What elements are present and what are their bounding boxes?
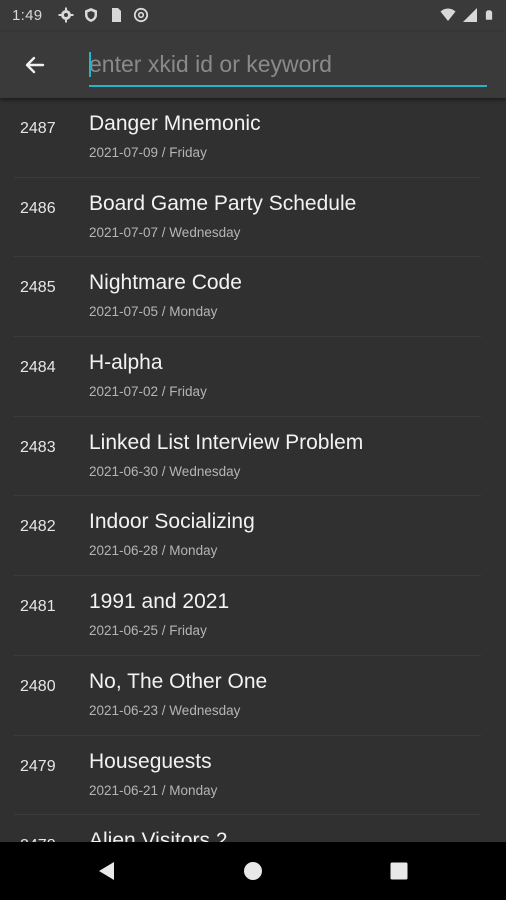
comic-id: 2479 (20, 757, 56, 775)
comic-id: 2487 (20, 120, 56, 137)
comic-date: 2021-07-07 / Wednesday (89, 224, 241, 240)
list-item[interactable]: 2481 1991 and 2021 2021-06-25 / Friday (14, 576, 481, 656)
nav-recents-button[interactable] (384, 856, 414, 886)
comic-id: 2486 (20, 199, 56, 217)
comic-date: 2021-06-21 / Monday (89, 782, 218, 798)
text-cursor (89, 52, 91, 77)
list-item[interactable]: 2487 Danger Mnemonic 2021-07-09 / Friday (14, 98, 481, 178)
back-triangle-icon (99, 862, 114, 880)
recents-square-icon (390, 862, 408, 880)
comic-title: H-alpha (89, 351, 163, 375)
sim-card-icon (112, 8, 121, 22)
comic-title: Danger Mnemonic (89, 112, 261, 135)
list-item[interactable]: 2483 Linked List Interview Problem 2021-06… (14, 417, 481, 497)
status-time: 1:49 (12, 7, 43, 24)
comic-title: Indoor Socializing (89, 510, 255, 534)
shield-icon (85, 8, 97, 22)
comic-id: 2482 (20, 518, 56, 536)
comic-date: 2021-06-30 / Wednesday (89, 463, 241, 479)
comic-list: 2487 Danger Mnemonic 2021-07-09 / Friday 24… (0, 98, 506, 842)
comic-date: 2021-07-05 / Monday (89, 304, 218, 320)
list-item[interactable]: 2484 H-alpha 2021-07-02 / Friday (14, 337, 481, 417)
battery-icon (485, 10, 493, 20)
comic-date: 2021-07-02 / Friday (89, 384, 207, 400)
status-icons-right (440, 7, 494, 23)
app-bar (0, 32, 506, 98)
comic-title: No, The Other One (89, 669, 268, 693)
search-field (89, 45, 487, 87)
comic-date: 2021-06-28 / Monday (89, 543, 218, 559)
status-bar: 1:49 (0, 0, 506, 32)
comic-date: 2021-06-25 / Friday (89, 623, 207, 639)
comic-title: Board Game Party Schedule (89, 191, 357, 215)
comic-title: Nightmare Code (89, 271, 242, 295)
comic-title: 1991 and 2021 (89, 590, 230, 614)
comic-id: 2480 (20, 677, 56, 695)
arrow-left-icon (25, 56, 45, 74)
comic-date: 2021-07-09 / Friday (89, 145, 207, 160)
comic-title: Linked List Interview Problem (89, 430, 364, 454)
list-item[interactable]: 2479 Houseguests 2021-06-21 / Monday (14, 736, 481, 816)
list-item[interactable]: 2482 Indoor Socializing 2021-06-28 / Monda… (14, 496, 481, 577)
list-item[interactable]: 2485 Nightmare Code 2021-07-05 / Monday (14, 257, 481, 338)
nav-back-button[interactable] (91, 856, 121, 886)
list-item[interactable]: 2486 Board Game Party Schedule 2021-07-07 … (14, 178, 481, 258)
list-item[interactable]: 2480 No, The Other One 2021-06-23 / Wednes… (14, 656, 481, 736)
comic-id: 2484 (20, 359, 56, 377)
back-button[interactable] (14, 44, 56, 86)
comic-id: 2485 (20, 279, 56, 297)
list-item[interactable]: 2478Alien Visitors 2 (14, 815, 481, 842)
status-icons-left (58, 7, 149, 23)
comic-id: 2483 (20, 438, 56, 456)
comic-id: 2481 (20, 598, 56, 616)
comic-date: 2021-06-23 / Wednesday (89, 702, 241, 718)
cell-signal-icon (463, 8, 477, 22)
wifi-icon (440, 8, 456, 21)
nav-home-button[interactable] (238, 856, 268, 886)
home-circle-icon (244, 862, 262, 880)
gear-icon (58, 7, 74, 23)
screen: 1:49 enter xkid id or keyword 2487 Dange… (0, 0, 506, 900)
comic-title: Alien Visitors 2 (89, 829, 228, 842)
navigation-bar (0, 842, 506, 900)
search-input[interactable] (89, 45, 487, 83)
comic-title: Houseguests (89, 749, 212, 773)
at-sign-icon (133, 7, 149, 23)
